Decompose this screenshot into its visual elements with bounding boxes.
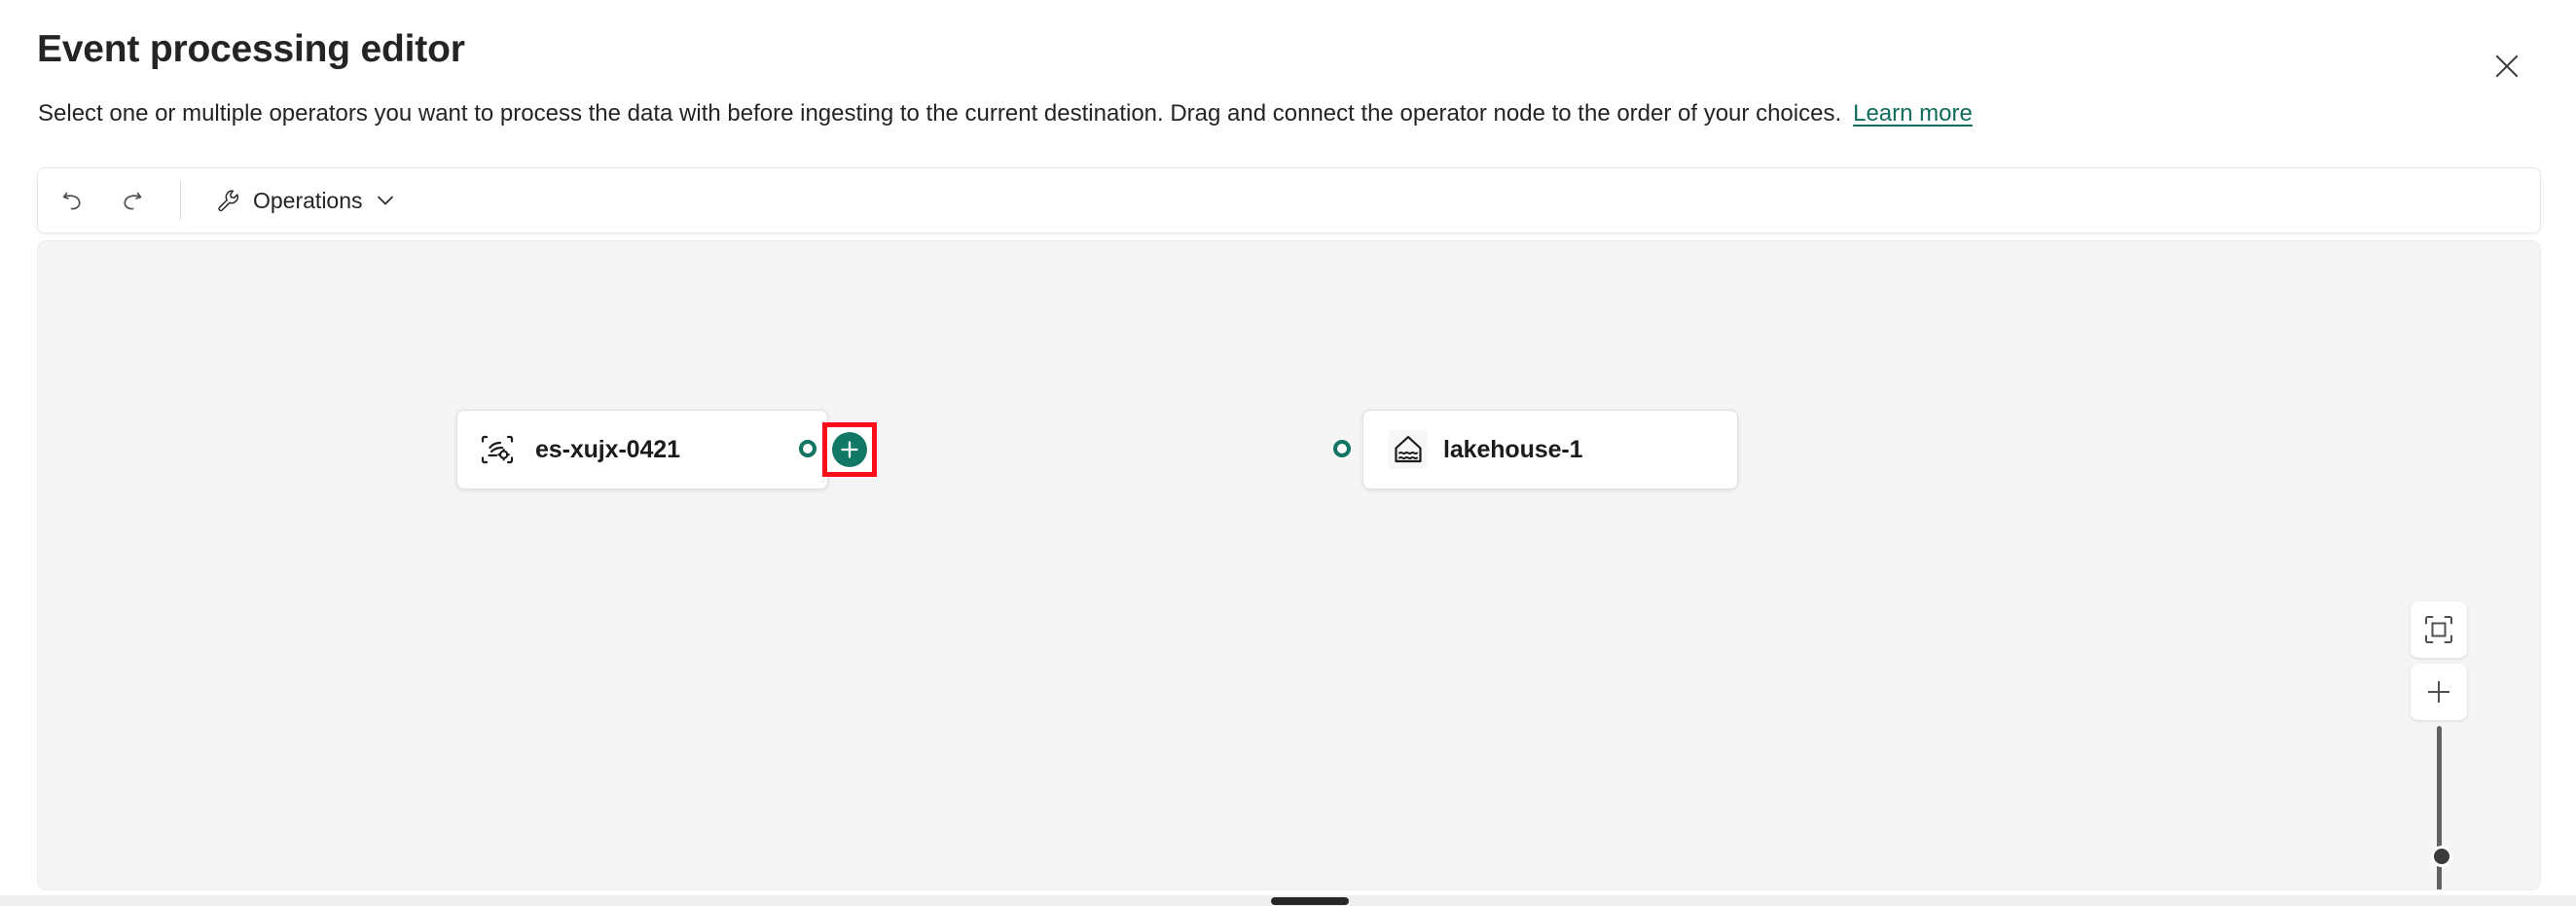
learn-more-link[interactable]: Learn more	[1853, 100, 1973, 127]
canvas-node-destination[interactable]: lakehouse-1	[1362, 410, 1738, 489]
plus-icon	[841, 441, 858, 458]
eventstream-icon	[479, 431, 516, 468]
operations-label: Operations	[253, 187, 363, 213]
zoom-fit-button[interactable]	[2411, 601, 2467, 658]
operations-menu-button[interactable]: Operations	[202, 177, 410, 224]
undo-icon	[62, 192, 81, 210]
redo-icon	[124, 192, 142, 210]
fit-to-screen-icon	[2425, 616, 2452, 643]
plus-icon	[2428, 681, 2449, 703]
dialog-header: Event processing editor Select one or mu…	[0, 0, 2576, 161]
close-icon	[2495, 54, 2519, 78]
add-operator-button[interactable]	[822, 422, 877, 477]
input-port[interactable]	[1333, 440, 1351, 457]
canvas-node-destination-label: lakehouse-1	[1443, 435, 1583, 463]
zoom-slider-thumb[interactable]	[2431, 846, 2452, 867]
page-title: Event processing editor	[37, 28, 465, 70]
output-port[interactable]	[799, 440, 816, 457]
horizontal-scrollbar-thumb[interactable]	[1271, 897, 1349, 905]
redo-button[interactable]	[108, 177, 155, 224]
add-operator-circle	[832, 432, 867, 467]
zoom-slider[interactable]	[2411, 726, 2467, 889]
chevron-down-icon	[377, 196, 393, 205]
editor-toolbar: Operations	[37, 167, 2541, 234]
dialog-description-text: Select one or multiple operators you wan…	[38, 100, 1842, 127]
zoom-in-button[interactable]	[2411, 664, 2467, 720]
canvas-node-source-label: es-xujx-0421	[535, 435, 680, 463]
lakehouse-icon	[1389, 430, 1428, 469]
event-processing-canvas[interactable]: es-xujx-0421 lakehouse-1	[37, 240, 2541, 890]
undo-button[interactable]	[50, 177, 96, 224]
zoom-controls	[2409, 601, 2469, 889]
toolbar-divider	[180, 181, 181, 220]
dialog-description: Select one or multiple operators you wan…	[38, 98, 1973, 129]
wrench-icon	[218, 190, 238, 212]
canvas-node-source[interactable]: es-xujx-0421	[456, 410, 828, 489]
close-button[interactable]	[2483, 42, 2531, 91]
